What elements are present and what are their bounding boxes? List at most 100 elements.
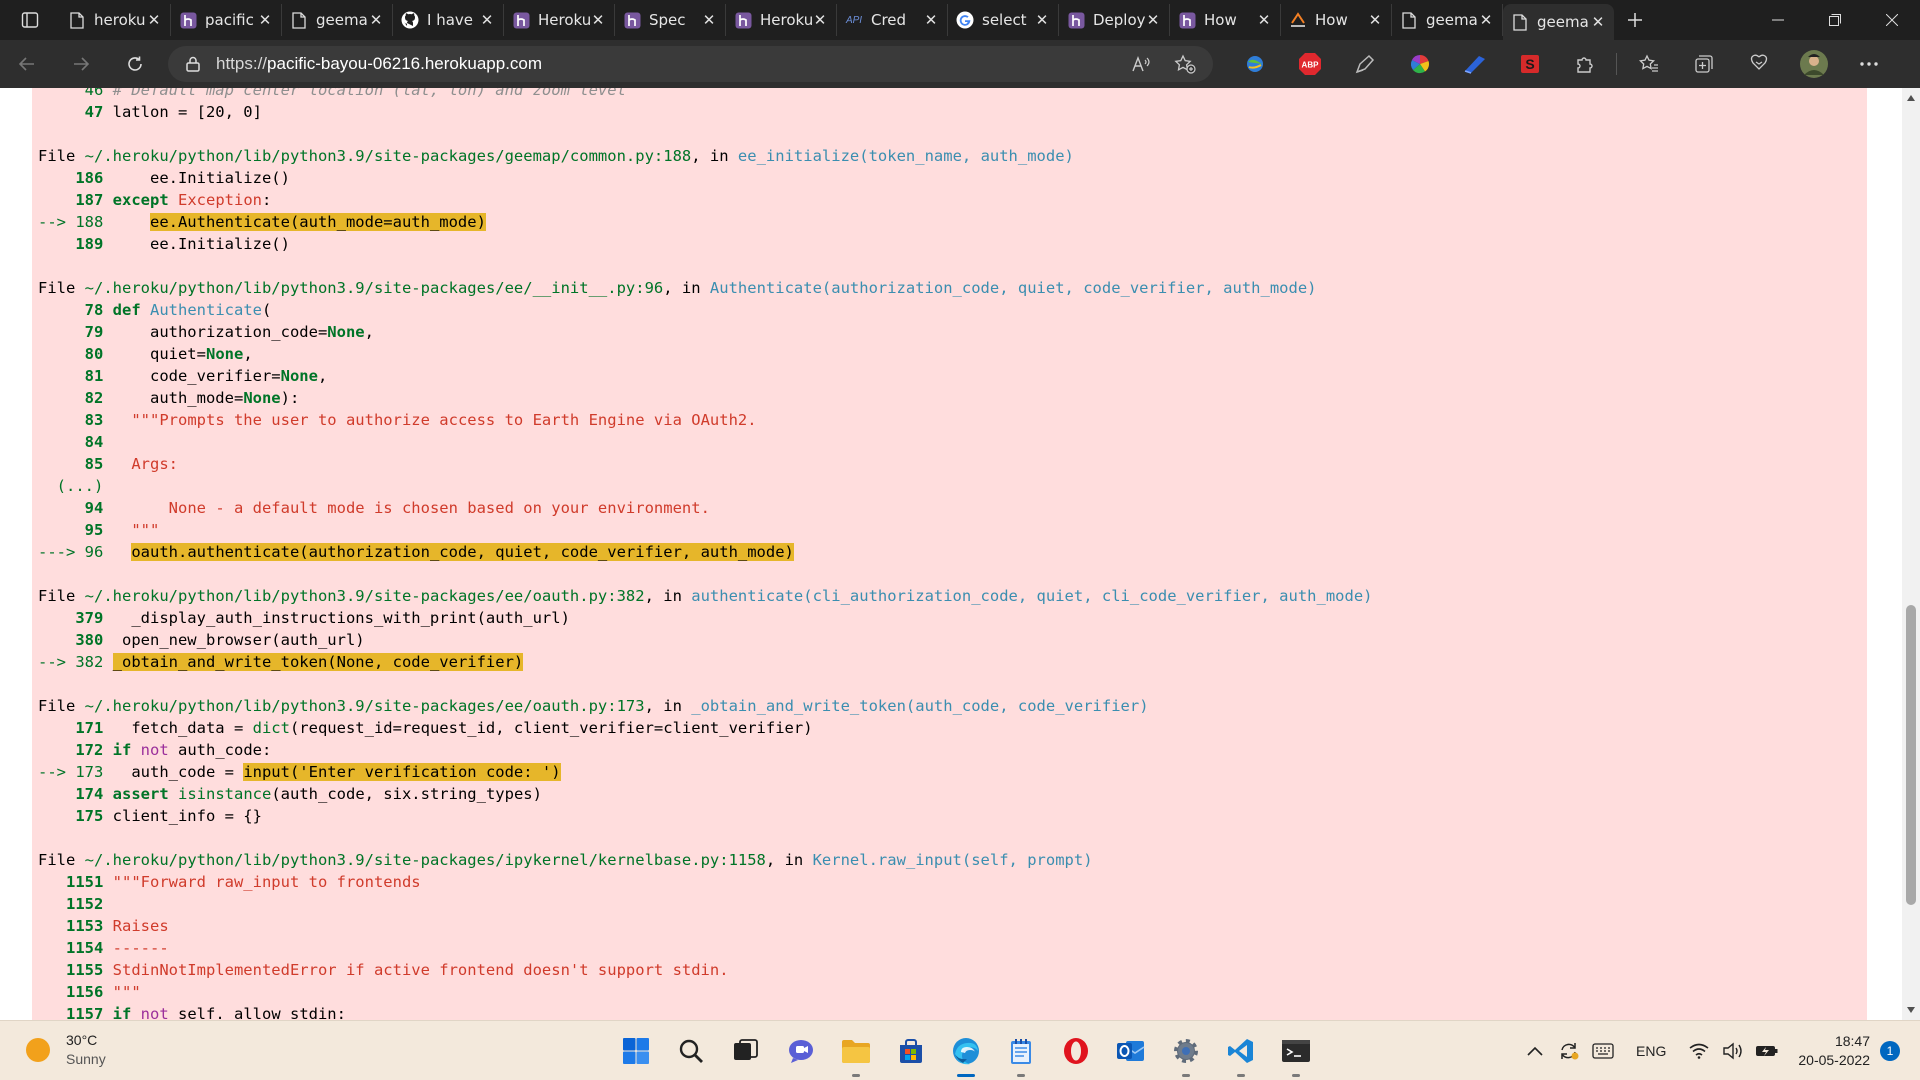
browser-tab[interactable]: How ✕ bbox=[1170, 4, 1281, 36]
forward-button[interactable] bbox=[54, 40, 108, 88]
extension-pen-button[interactable] bbox=[1337, 40, 1392, 88]
notepad-button[interactable] bbox=[993, 1021, 1048, 1080]
show-hidden-icons-button[interactable] bbox=[1518, 1021, 1552, 1080]
tab-title: I have bbox=[427, 11, 473, 29]
browser-tab[interactable]: Deploy ✕ bbox=[1059, 4, 1170, 36]
extension-s-button[interactable]: S bbox=[1502, 40, 1557, 88]
traceback-line: 1153 Raises bbox=[38, 915, 169, 937]
notification-badge[interactable]: 1 bbox=[1880, 1041, 1900, 1061]
close-tab-icon[interactable]: ✕ bbox=[1478, 11, 1494, 29]
close-tab-icon[interactable]: ✕ bbox=[812, 11, 828, 29]
extension-earth-button[interactable] bbox=[1227, 40, 1282, 88]
svg-text:ABP: ABP bbox=[1301, 61, 1319, 70]
lock-icon[interactable] bbox=[182, 53, 204, 75]
sync-status-button[interactable] bbox=[1552, 1021, 1586, 1080]
code-segment: 379 bbox=[38, 609, 113, 627]
teams-chat-button[interactable] bbox=[773, 1021, 828, 1080]
browser-tab[interactable]: select ✕ bbox=[948, 4, 1059, 36]
browser-tab[interactable]: Heroku ✕ bbox=[726, 4, 837, 36]
task-view-button[interactable] bbox=[718, 1021, 773, 1080]
code-segment: 187 bbox=[38, 191, 113, 209]
browser-tab[interactable]: geemap✕ bbox=[282, 4, 393, 36]
url-text[interactable]: https://pacific-bayou-06216.herokuapp.co… bbox=[216, 54, 542, 74]
close-tab-icon[interactable]: ✕ bbox=[1256, 11, 1272, 29]
wifi-button[interactable] bbox=[1682, 1021, 1716, 1080]
settings-more-button[interactable] bbox=[1841, 40, 1896, 88]
add-favorite-button[interactable] bbox=[1163, 46, 1207, 82]
tab-actions-button[interactable] bbox=[0, 0, 60, 40]
browser-tab[interactable]: API Cred ✕ bbox=[837, 4, 948, 36]
file-explorer-button[interactable] bbox=[828, 1021, 883, 1080]
traceback-line: 1154 ------ bbox=[38, 937, 169, 959]
vscode-icon bbox=[1227, 1039, 1253, 1063]
browser-essentials-button[interactable] bbox=[1731, 40, 1786, 88]
settings-button[interactable] bbox=[1158, 1021, 1213, 1080]
close-tab-icon[interactable]: ✕ bbox=[701, 11, 717, 29]
extension-blue-button[interactable] bbox=[1447, 40, 1502, 88]
clock[interactable]: 18:47 20-05-2022 bbox=[1798, 1032, 1870, 1070]
search-button[interactable] bbox=[663, 1021, 718, 1080]
code-segment: , bbox=[317, 367, 328, 385]
back-button[interactable] bbox=[0, 40, 54, 88]
favorites-button[interactable] bbox=[1621, 40, 1676, 88]
close-window-button[interactable] bbox=[1863, 0, 1920, 40]
close-tab-icon[interactable]: ✕ bbox=[257, 11, 273, 29]
input-language[interactable]: ENG bbox=[1636, 1043, 1666, 1059]
microsoft-store-button[interactable] bbox=[883, 1021, 938, 1080]
favorites-icon bbox=[1638, 54, 1658, 72]
battery-button[interactable] bbox=[1750, 1021, 1784, 1080]
outlook-button[interactable] bbox=[1103, 1021, 1158, 1080]
extensions-menu-button[interactable] bbox=[1557, 40, 1612, 88]
address-bar[interactable]: https://pacific-bayou-06216.herokuapp.co… bbox=[168, 46, 1213, 82]
browser-tab[interactable]: I have ✕ bbox=[393, 4, 504, 36]
adblock-plus-button[interactable]: ABP bbox=[1282, 40, 1337, 88]
close-tab-icon[interactable]: ✕ bbox=[368, 11, 384, 29]
close-tab-icon[interactable]: ✕ bbox=[1145, 11, 1161, 29]
refresh-button[interactable] bbox=[108, 40, 162, 88]
browser-tab[interactable]: Spec ✕ bbox=[615, 4, 726, 36]
opera-button[interactable] bbox=[1048, 1021, 1103, 1080]
code-segment: , in bbox=[644, 697, 692, 715]
document-icon bbox=[290, 11, 308, 29]
vscode-button[interactable] bbox=[1213, 1021, 1268, 1080]
close-tab-icon[interactable]: ✕ bbox=[479, 11, 495, 29]
folder-icon bbox=[841, 1040, 870, 1063]
browser-tab[interactable]: geemap✕ bbox=[1392, 4, 1503, 36]
collections-button[interactable] bbox=[1676, 40, 1731, 88]
touch-keyboard-button[interactable] bbox=[1586, 1021, 1620, 1080]
volume-button[interactable] bbox=[1716, 1021, 1750, 1080]
close-tab-icon[interactable]: ✕ bbox=[590, 11, 606, 29]
browser-tab[interactable]: heroku ✕ bbox=[60, 4, 171, 36]
new-tab-button[interactable] bbox=[1614, 0, 1656, 40]
profile-button[interactable] bbox=[1786, 40, 1841, 88]
minimize-button[interactable] bbox=[1749, 0, 1806, 40]
close-tab-icon[interactable]: ✕ bbox=[146, 11, 162, 29]
code-segment: client_info = {} bbox=[112, 807, 262, 825]
browser-tab[interactable]: How ✕ bbox=[1281, 4, 1392, 36]
browser-tab[interactable]: pacific ✕ bbox=[171, 4, 282, 36]
pen-extension-icon bbox=[1355, 54, 1374, 74]
close-tab-icon[interactable]: ✕ bbox=[923, 11, 939, 29]
vertical-scrollbar[interactable] bbox=[1902, 88, 1920, 1020]
scrollbar-thumb[interactable] bbox=[1906, 605, 1916, 905]
close-tab-icon[interactable]: ✕ bbox=[1367, 11, 1383, 29]
weather-widget[interactable]: 30°C Sunny bbox=[26, 1031, 106, 1069]
code-segment: """Forward raw_input to frontends bbox=[112, 873, 421, 891]
restore-button[interactable] bbox=[1806, 0, 1863, 40]
close-tab-icon[interactable]: ✕ bbox=[1034, 11, 1050, 29]
code-segment: (...) bbox=[38, 477, 104, 495]
edge-browser-button[interactable] bbox=[938, 1021, 993, 1080]
code-segment: assert bbox=[112, 785, 169, 803]
read-aloud-button[interactable] bbox=[1119, 46, 1163, 82]
browser-tab[interactable]: Heroku ✕ bbox=[504, 4, 615, 36]
close-tab-icon[interactable]: ✕ bbox=[1590, 13, 1606, 31]
scroll-up-button[interactable] bbox=[1902, 90, 1920, 106]
terminal-button[interactable] bbox=[1268, 1021, 1323, 1080]
search-icon bbox=[679, 1039, 703, 1063]
color-picker-button[interactable] bbox=[1392, 40, 1447, 88]
scroll-down-button[interactable] bbox=[1902, 1002, 1920, 1018]
browser-tab[interactable]: geemap✕ bbox=[1503, 4, 1614, 40]
code-segment: None bbox=[280, 367, 318, 385]
code-segment: self._allow_stdin: bbox=[168, 1005, 346, 1020]
start-button[interactable] bbox=[608, 1021, 663, 1080]
